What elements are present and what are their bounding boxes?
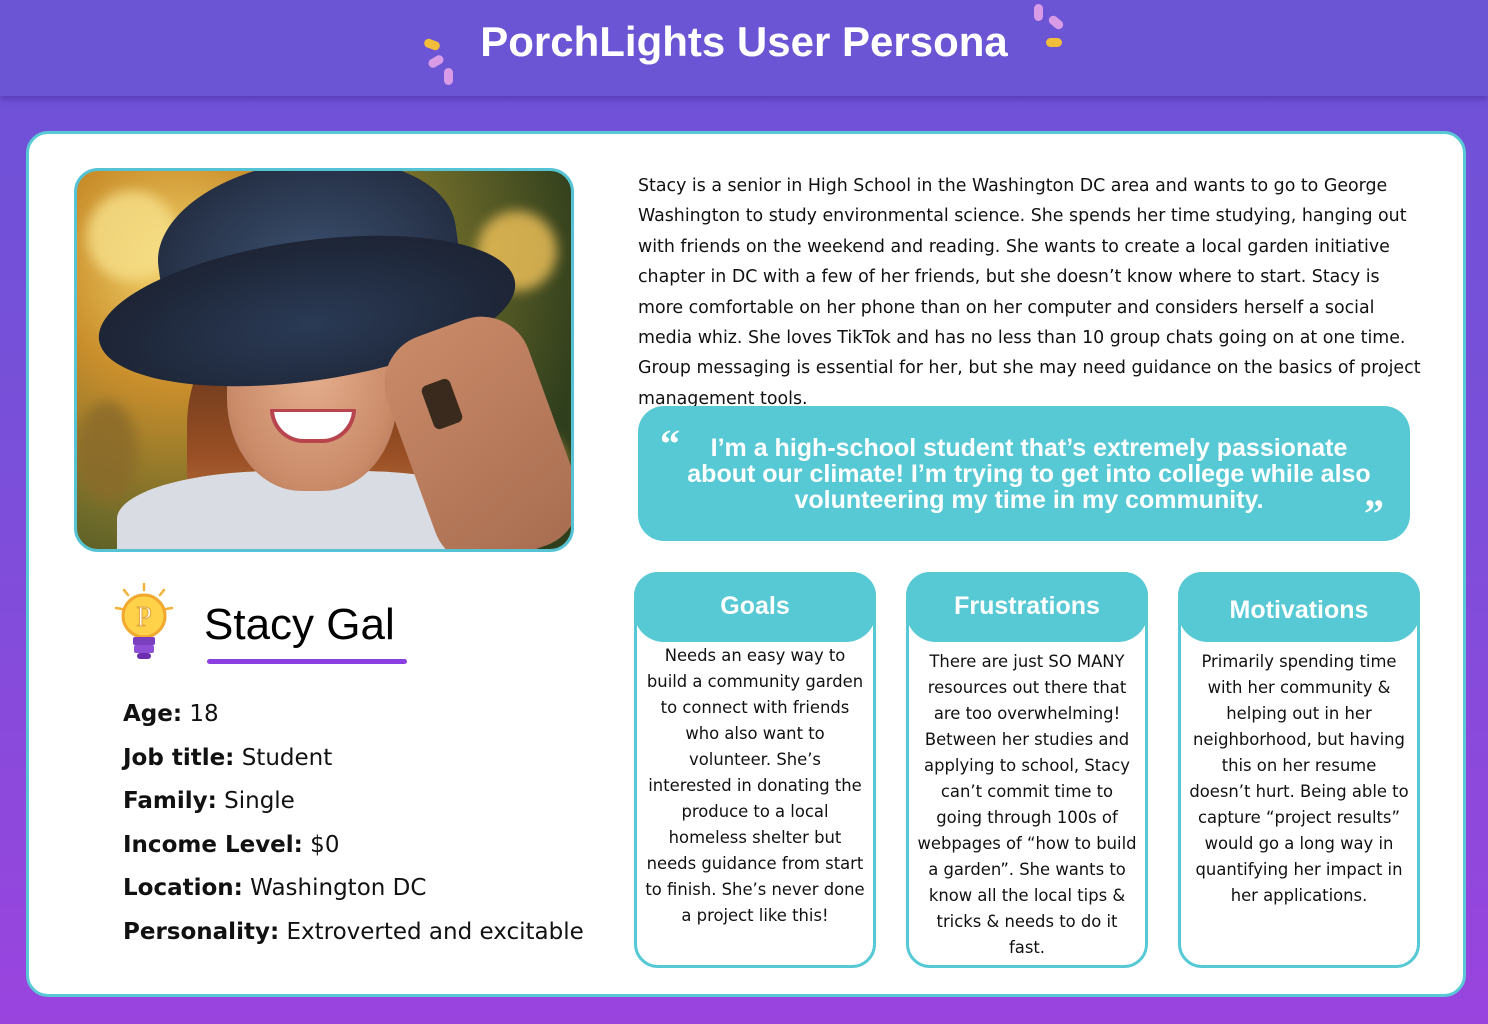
frustrations-title: Frustrations — [954, 592, 1100, 620]
frustrations-text: There are just SO MANY resources out the… — [917, 652, 1137, 957]
attribute-personality: Personality: Extroverted and excitable — [123, 918, 584, 945]
persona-bio: Stacy is a senior in High School in the … — [638, 176, 1421, 409]
motivations-header: Motivations — [1178, 572, 1420, 642]
attribute-location: Location: Washington DC — [123, 875, 427, 901]
goals-header: Goals — [634, 572, 876, 642]
confetti-decoration — [444, 68, 453, 85]
frustrations-card: Frustrations There are just SO MANY reso… — [906, 572, 1148, 968]
goals-text: Needs an easy way to build a community g… — [645, 646, 865, 925]
motivations-text: Primarily spending time with her communi… — [1189, 652, 1409, 905]
motivations-title: Motivations — [1229, 596, 1369, 624]
name-underline — [207, 659, 407, 664]
quote-open-icon: “ — [660, 421, 680, 466]
frustrations-header: Frustrations — [906, 572, 1148, 642]
quote-text: I’m a high-school student that’s extreme… — [687, 434, 1371, 514]
goals-card: Goals Needs an easy way to build a commu… — [634, 572, 876, 968]
motivations-card: Motivations Primarily spending time with… — [1178, 572, 1420, 968]
page-title: PorchLights User Persona — [480, 18, 1008, 65]
persona-photo — [74, 168, 574, 552]
lightbulb-logo-icon: P — [114, 582, 174, 659]
attribute-job-title: Job title: Student — [123, 744, 333, 771]
attribute-age: Age: 18 — [123, 701, 219, 727]
page-header: PorchLights User Persona — [0, 0, 1488, 96]
goals-title: Goals — [720, 592, 790, 620]
persona-quote: “ I’m a high-school student that’s extre… — [638, 406, 1410, 541]
attribute-income: Income Level: $0 — [123, 831, 340, 858]
svg-text:P: P — [136, 602, 152, 633]
attribute-family: Family: Single — [123, 788, 295, 814]
persona-attributes: Age: 18 Job title: Student Family: Singl… — [123, 698, 593, 959]
quote-close-icon: ” — [1364, 491, 1384, 536]
persona-name: Stacy Gal — [204, 600, 395, 649]
